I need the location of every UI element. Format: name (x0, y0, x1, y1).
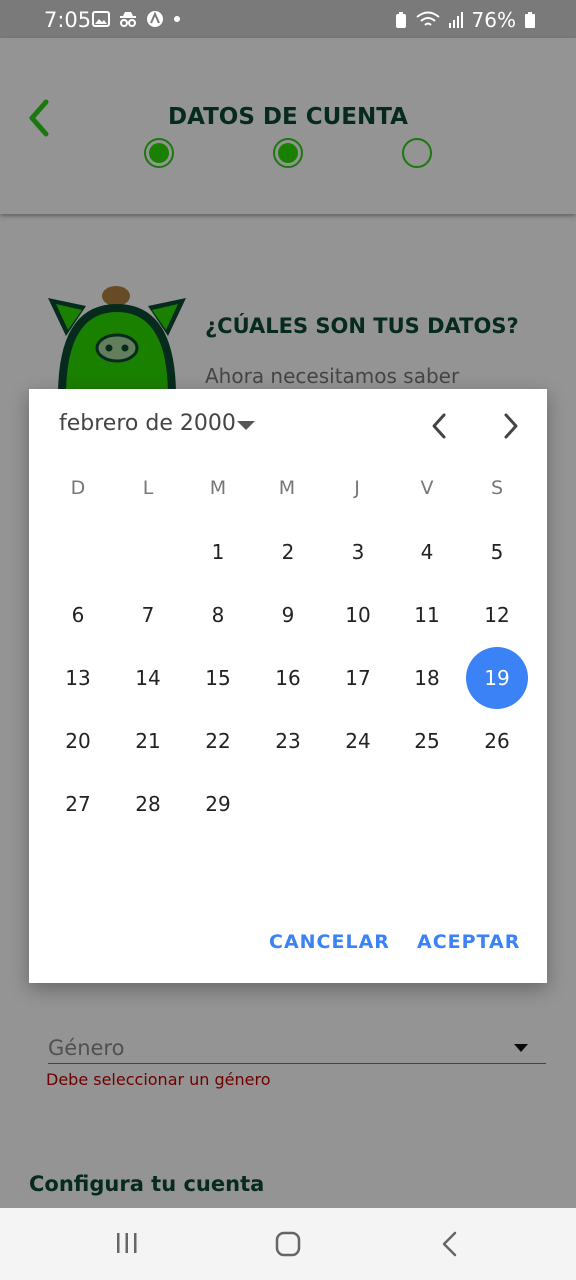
selected-calendar-day[interactable]: 19 (466, 647, 528, 709)
calendar-day[interactable]: 17 (327, 647, 389, 709)
calendar-day[interactable]: 26 (466, 710, 528, 772)
back-icon[interactable] (438, 1230, 462, 1258)
system-navigation-bar (0, 1208, 576, 1280)
calendar-day[interactable]: 4 (396, 521, 458, 583)
previous-month-icon[interactable] (425, 409, 453, 443)
calendar-day[interactable]: 23 (257, 710, 319, 772)
calendar-day[interactable]: 8 (187, 584, 249, 646)
calendar-day[interactable]: 24 (327, 710, 389, 772)
signal-icon (448, 12, 463, 28)
calendar-day[interactable]: 29 (187, 773, 249, 835)
weekday-label: D (70, 477, 86, 499)
calendar-day[interactable]: 11 (396, 584, 458, 646)
system-icons: 76% (394, 8, 536, 32)
calendar-day[interactable]: 9 (257, 584, 319, 646)
calendar-day[interactable]: 16 (257, 647, 319, 709)
calendar-day[interactable]: 22 (187, 710, 249, 772)
notification-icons (92, 10, 182, 28)
battery-saver-icon (395, 12, 406, 28)
calendar-day[interactable]: 7 (117, 584, 179, 646)
app-icon (147, 11, 163, 27)
date-picker-dialog: febrero de 2000 D L M M J V S 1 2 3 4 5 … (29, 389, 547, 983)
incognito-icon (120, 12, 136, 27)
calendar-day[interactable]: 5 (466, 521, 528, 583)
calendar-day[interactable]: 6 (47, 584, 109, 646)
calendar-day[interactable]: 13 (47, 647, 109, 709)
calendar-day[interactable]: 1 (187, 521, 249, 583)
weekday-label: S (490, 477, 504, 499)
wifi-icon (415, 11, 440, 26)
calendar-day[interactable]: 3 (327, 521, 389, 583)
weekday-label: V (420, 477, 434, 499)
calendar-day[interactable]: 27 (47, 773, 109, 835)
calendar-day[interactable]: 21 (117, 710, 179, 772)
cancel-button[interactable]: CANCELAR (269, 931, 390, 953)
calendar-day[interactable]: 10 (327, 584, 389, 646)
recent-apps-icon[interactable] (114, 1230, 140, 1256)
calendar-day[interactable]: 2 (257, 521, 319, 583)
status-bar: 7:05 76% (0, 0, 576, 38)
calendar-day[interactable]: 28 (117, 773, 179, 835)
weekday-label: M (278, 477, 296, 499)
gallery-icon (92, 11, 110, 27)
calendar-day[interactable]: 12 (466, 584, 528, 646)
battery-icon (525, 12, 535, 28)
home-icon[interactable] (274, 1230, 302, 1258)
accept-button[interactable]: ACEPTAR (417, 931, 520, 953)
calendar-day[interactable]: 25 (396, 710, 458, 772)
month-year-selector[interactable]: febrero de 2000 (59, 411, 236, 436)
calendar-day[interactable]: 14 (117, 647, 179, 709)
month-dropdown-icon[interactable] (237, 421, 255, 430)
weekday-label: L (142, 477, 154, 499)
calendar-day[interactable]: 15 (187, 647, 249, 709)
calendar-day[interactable]: 20 (47, 710, 109, 772)
weekday-label: J (354, 477, 360, 499)
dot-icon (174, 16, 180, 22)
next-month-icon[interactable] (497, 409, 525, 443)
calendar-day[interactable]: 18 (396, 647, 458, 709)
battery-percent: 76% (471, 8, 516, 32)
status-time: 7:05 (44, 8, 92, 32)
weekday-label: M (209, 477, 227, 499)
